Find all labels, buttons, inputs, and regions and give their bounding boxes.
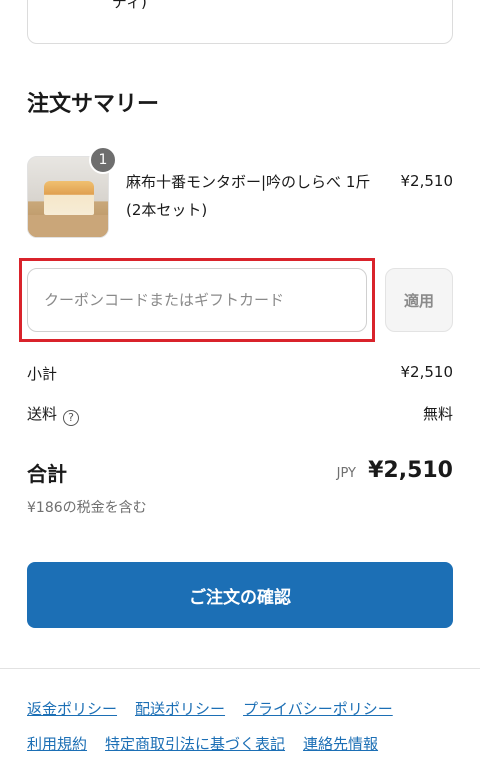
help-icon[interactable]: ?	[63, 409, 80, 426]
tax-note: ¥186の税金を含む	[27, 500, 147, 516]
order-summary-title: 注文サマリー	[27, 92, 160, 117]
total-currency: JPY	[336, 466, 356, 481]
shipping-value: 無料	[422, 405, 453, 423]
subtotal-label: 小計	[27, 365, 58, 383]
footer-divider	[0, 668, 480, 669]
cutting-board	[28, 215, 108, 237]
footer-links: 返金ポリシー 配送ポリシー プライバシーポリシー 利用規約 特定商取引法に基づく…	[27, 698, 457, 754]
coupon-input[interactable]	[27, 268, 367, 332]
contact-info-link[interactable]: 連絡先情報	[303, 733, 378, 754]
quantity-badge: 1	[89, 146, 117, 174]
total-label: 合計	[27, 462, 67, 486]
bread-loaf	[44, 181, 94, 215]
previous-option-card[interactable]: ディ)	[27, 0, 453, 44]
apply-coupon-button[interactable]: 適用	[385, 268, 453, 332]
shipping-label: 送料	[27, 405, 58, 423]
commerce-law-link[interactable]: 特定商取引法に基づく表記	[105, 733, 285, 754]
refund-policy-link[interactable]: 返金ポリシー	[27, 698, 117, 719]
total-value: ¥2,510	[368, 458, 453, 483]
confirm-order-button[interactable]: ご注文の確認	[27, 562, 453, 628]
shipping-row: 送料?	[27, 403, 80, 426]
subtotal-value: ¥2,510	[400, 363, 454, 381]
previous-card-text: ディ)	[112, 0, 147, 11]
privacy-policy-link[interactable]: プライバシーポリシー	[243, 698, 393, 719]
terms-link[interactable]: 利用規約	[27, 733, 87, 754]
shipping-policy-link[interactable]: 配送ポリシー	[135, 698, 225, 719]
checkout-page: ディ) 注文サマリー 1 麻布十番モンタボー|吟のしらべ 1斤(2本セット) ¥…	[0, 0, 480, 781]
product-price: ¥2,510	[400, 172, 454, 190]
product-name: 麻布十番モンタボー|吟のしらべ 1斤(2本セット)	[126, 173, 371, 219]
